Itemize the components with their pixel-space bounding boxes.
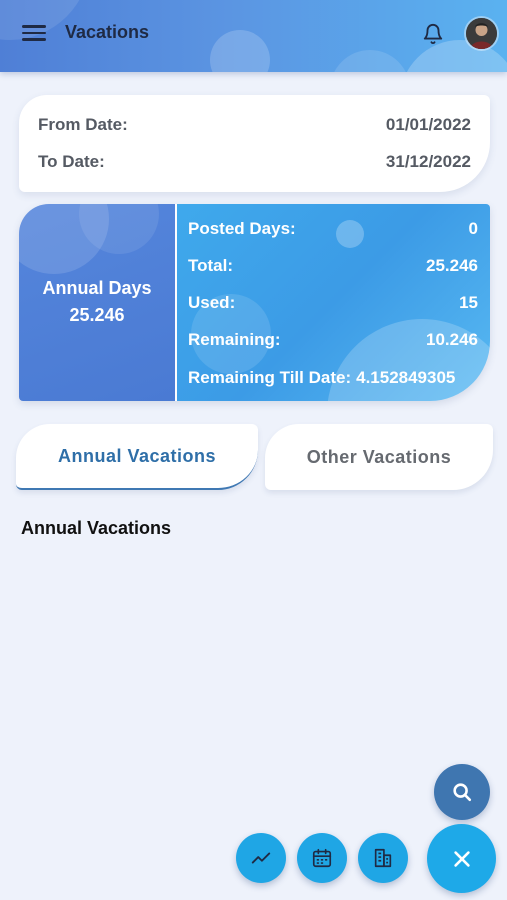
search-icon [453,783,472,802]
total-row: Total: 25.246 [188,256,478,276]
annual-days-label: Annual Days [42,278,152,298]
annual-days-value: 25.246 [69,305,125,325]
building-icon [374,848,392,868]
remaining-till-date-value: 4.152849305 [356,368,456,387]
avatar[interactable] [466,18,497,49]
section-title: Annual Vacations [21,518,172,538]
stats-details-panel: Posted Days: 0 Total: 25.246 Used: 15 Re… [177,204,490,401]
used-row: Used: 15 [188,293,478,313]
remaining-row: Remaining: 10.246 [188,330,478,350]
menu-icon[interactable] [22,22,48,44]
trend-button[interactable] [236,833,286,883]
calendar-button[interactable] [297,833,347,883]
calendar-icon [312,848,332,868]
header-decor-bubble [330,50,410,72]
to-date-row: To Date: 31/12/2022 [38,152,471,172]
used-value: 15 [459,293,478,312]
posted-days-row: Posted Days: 0 [188,219,478,239]
notifications-button[interactable] [417,18,449,50]
building-button[interactable] [358,833,408,883]
vacation-stats-card: Annual Days 25.246 Posted Days: 0 Total:… [19,204,490,401]
app-header: Vacations [0,0,507,72]
tab-annual-vacations[interactable]: Annual Vacations [16,424,258,490]
from-date-row: From Date: 01/01/2022 [38,115,471,135]
bell-icon [423,24,443,45]
total-value: 25.246 [426,256,478,275]
to-date-value[interactable]: 31/12/2022 [386,152,471,172]
from-date-value[interactable]: 01/01/2022 [386,115,471,135]
remaining-till-date-label: Remaining Till Date: [188,368,352,387]
posted-days-label: Posted Days: [188,219,296,238]
total-label: Total: [188,256,234,275]
date-range-card: From Date: 01/01/2022 To Date: 31/12/202… [19,95,490,192]
annual-days-panel: Annual Days 25.246 [19,204,175,401]
trend-icon [251,852,271,864]
page-title: Vacations [65,22,150,42]
to-date-label: To Date: [38,152,105,171]
tab-other-vacations[interactable]: Other Vacations [265,424,493,490]
used-label: Used: [188,293,236,312]
from-date-label: From Date: [38,115,128,134]
close-icon [453,850,470,867]
header-decor-bubble [210,30,270,72]
remaining-value: 10.246 [426,330,478,349]
remaining-till-date-row: Remaining Till Date: 4.152849305 [188,368,478,388]
posted-days-value: 0 [468,219,478,238]
close-fab-button[interactable] [427,824,496,893]
remaining-label: Remaining: [188,330,281,349]
search-button[interactable] [434,764,490,820]
